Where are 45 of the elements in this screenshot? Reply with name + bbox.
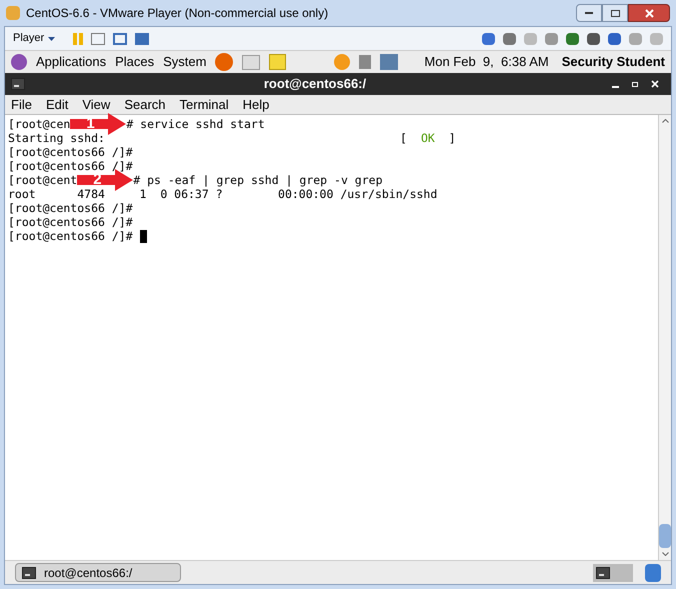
close-icon xyxy=(651,80,659,88)
status-ok: OK xyxy=(420,131,435,145)
menu-item[interactable]: Help xyxy=(242,94,270,114)
terminal-line: # ps -eaf | grep sshd | grep -v grep xyxy=(133,173,382,187)
terminal-title: root@centos66:/ xyxy=(262,75,368,94)
caret-icon xyxy=(48,36,56,40)
terminal-line: [root@cen xyxy=(8,117,70,131)
menu-item[interactable]: View xyxy=(82,94,110,114)
menu-item[interactable]: Terminal xyxy=(180,94,229,114)
panel-menu[interactable]: System xyxy=(163,52,206,72)
cursor xyxy=(140,230,147,242)
panel-menu[interactable]: Places xyxy=(115,52,154,72)
panel-menu[interactable]: Applications xyxy=(36,52,106,72)
status-bracket: [ xyxy=(400,131,407,145)
app-icon xyxy=(6,6,20,20)
terminal-icon xyxy=(11,78,25,90)
terminal-icon xyxy=(596,566,610,578)
status-bracket: ] xyxy=(448,131,456,145)
terminal-line: [root@cent xyxy=(8,173,78,187)
scrollbar[interactable] xyxy=(658,115,671,560)
minimize-button[interactable] xyxy=(576,4,602,22)
chevron-down-icon[interactable] xyxy=(662,552,668,556)
scrollbar-thumb[interactable] xyxy=(659,524,671,548)
terminal-line: # service sshd start xyxy=(126,117,265,131)
close-button[interactable] xyxy=(628,4,670,22)
terminal-line: [root@centos66 /]# xyxy=(8,201,133,215)
terminal-icon xyxy=(22,566,36,578)
menu-item[interactable]: Search xyxy=(124,94,166,114)
terminal-line: [root@centos66 /]# xyxy=(8,229,134,243)
clock[interactable]: Mon Feb 9, 6:38 AM xyxy=(424,52,549,72)
fullscreen-icon[interactable] xyxy=(113,32,128,44)
window-icon[interactable] xyxy=(135,32,150,44)
window-title: CentOS-6.6 - VMware Player (Non-commercial use only) xyxy=(26,5,330,22)
terminal-line: [root@centos66 /]# xyxy=(8,145,133,159)
taskbar-window-button[interactable]: root@centos66:/ xyxy=(15,563,181,582)
maximize-button[interactable] xyxy=(602,4,628,22)
close-icon xyxy=(644,8,654,18)
user-name: Security Student xyxy=(562,53,665,72)
terminal-line: [root@centos66 /]# xyxy=(8,215,133,229)
player-menu[interactable]: Player xyxy=(13,30,56,47)
chevron-up-icon[interactable] xyxy=(662,119,668,123)
workspace-switcher[interactable] xyxy=(593,564,633,582)
menu-item[interactable]: Edit xyxy=(46,94,68,114)
note-icon[interactable] xyxy=(269,54,286,70)
menu-item[interactable]: File xyxy=(11,94,32,114)
